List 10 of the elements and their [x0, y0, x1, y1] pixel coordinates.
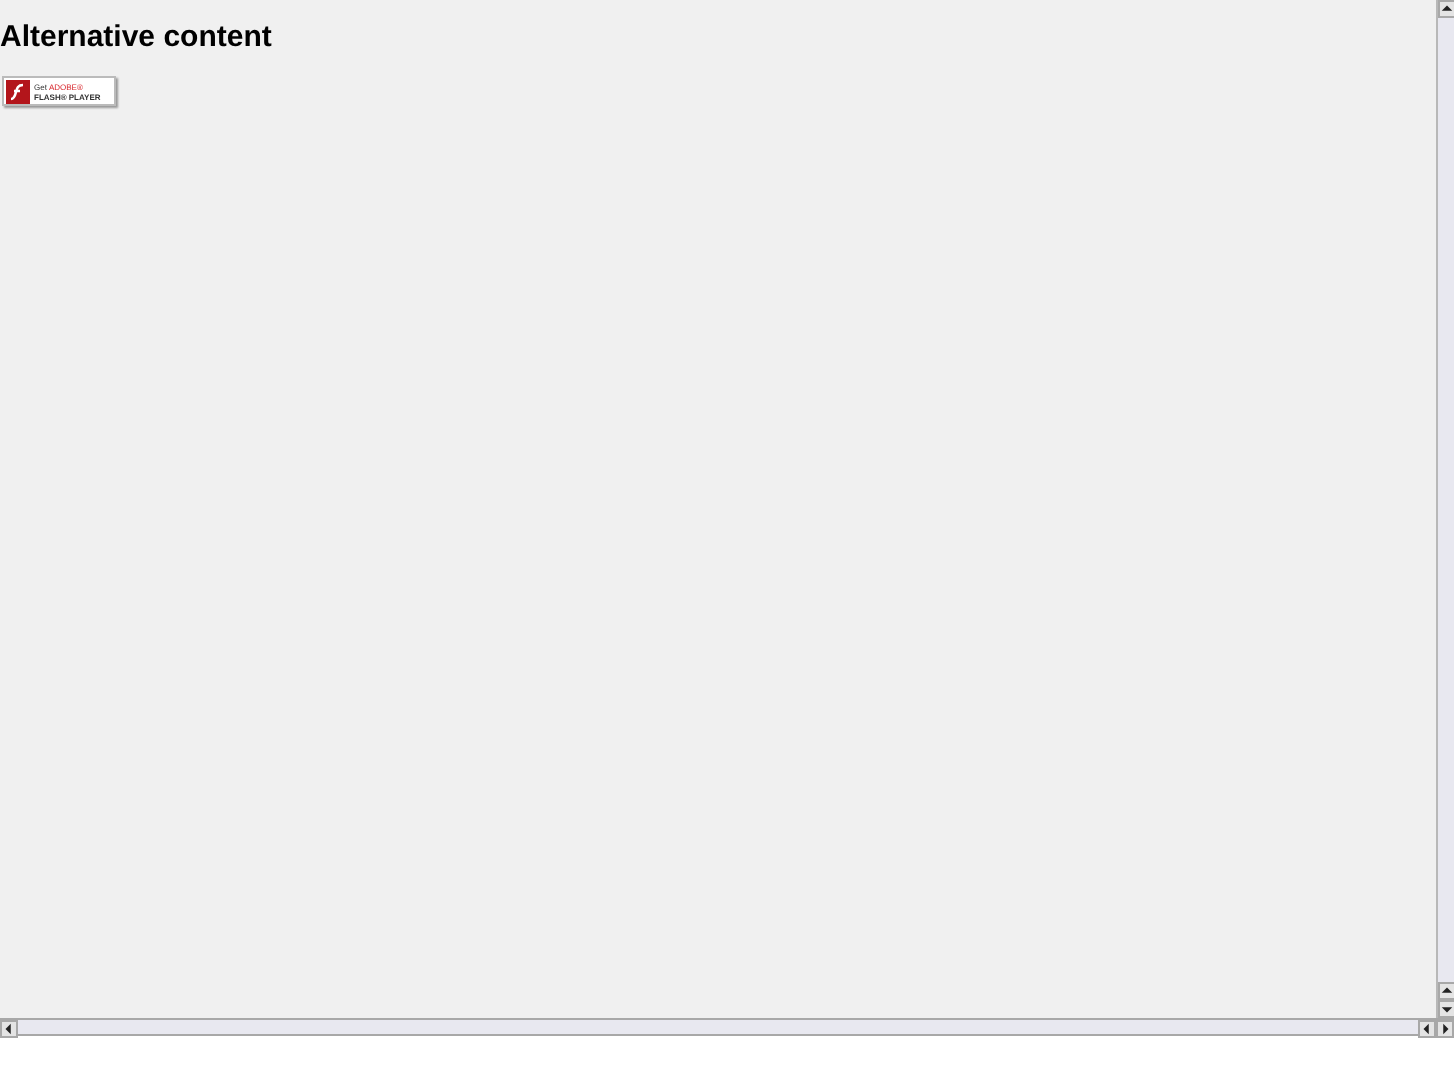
scroll-up-button[interactable]	[1438, 0, 1454, 18]
scroll-right-button[interactable]	[1436, 1020, 1454, 1038]
horizontal-scrollbar[interactable]	[0, 1018, 1454, 1036]
scroll-left-button[interactable]	[0, 1020, 18, 1038]
vertical-scrollbar[interactable]	[1436, 0, 1454, 1018]
scroll-left-button[interactable]	[1418, 1020, 1436, 1038]
flash-logo-icon	[6, 79, 30, 103]
scroll-up-button[interactable]	[1438, 982, 1454, 1000]
scroll-down-button[interactable]	[1438, 1000, 1454, 1018]
page-heading: Alternative content	[0, 20, 272, 56]
